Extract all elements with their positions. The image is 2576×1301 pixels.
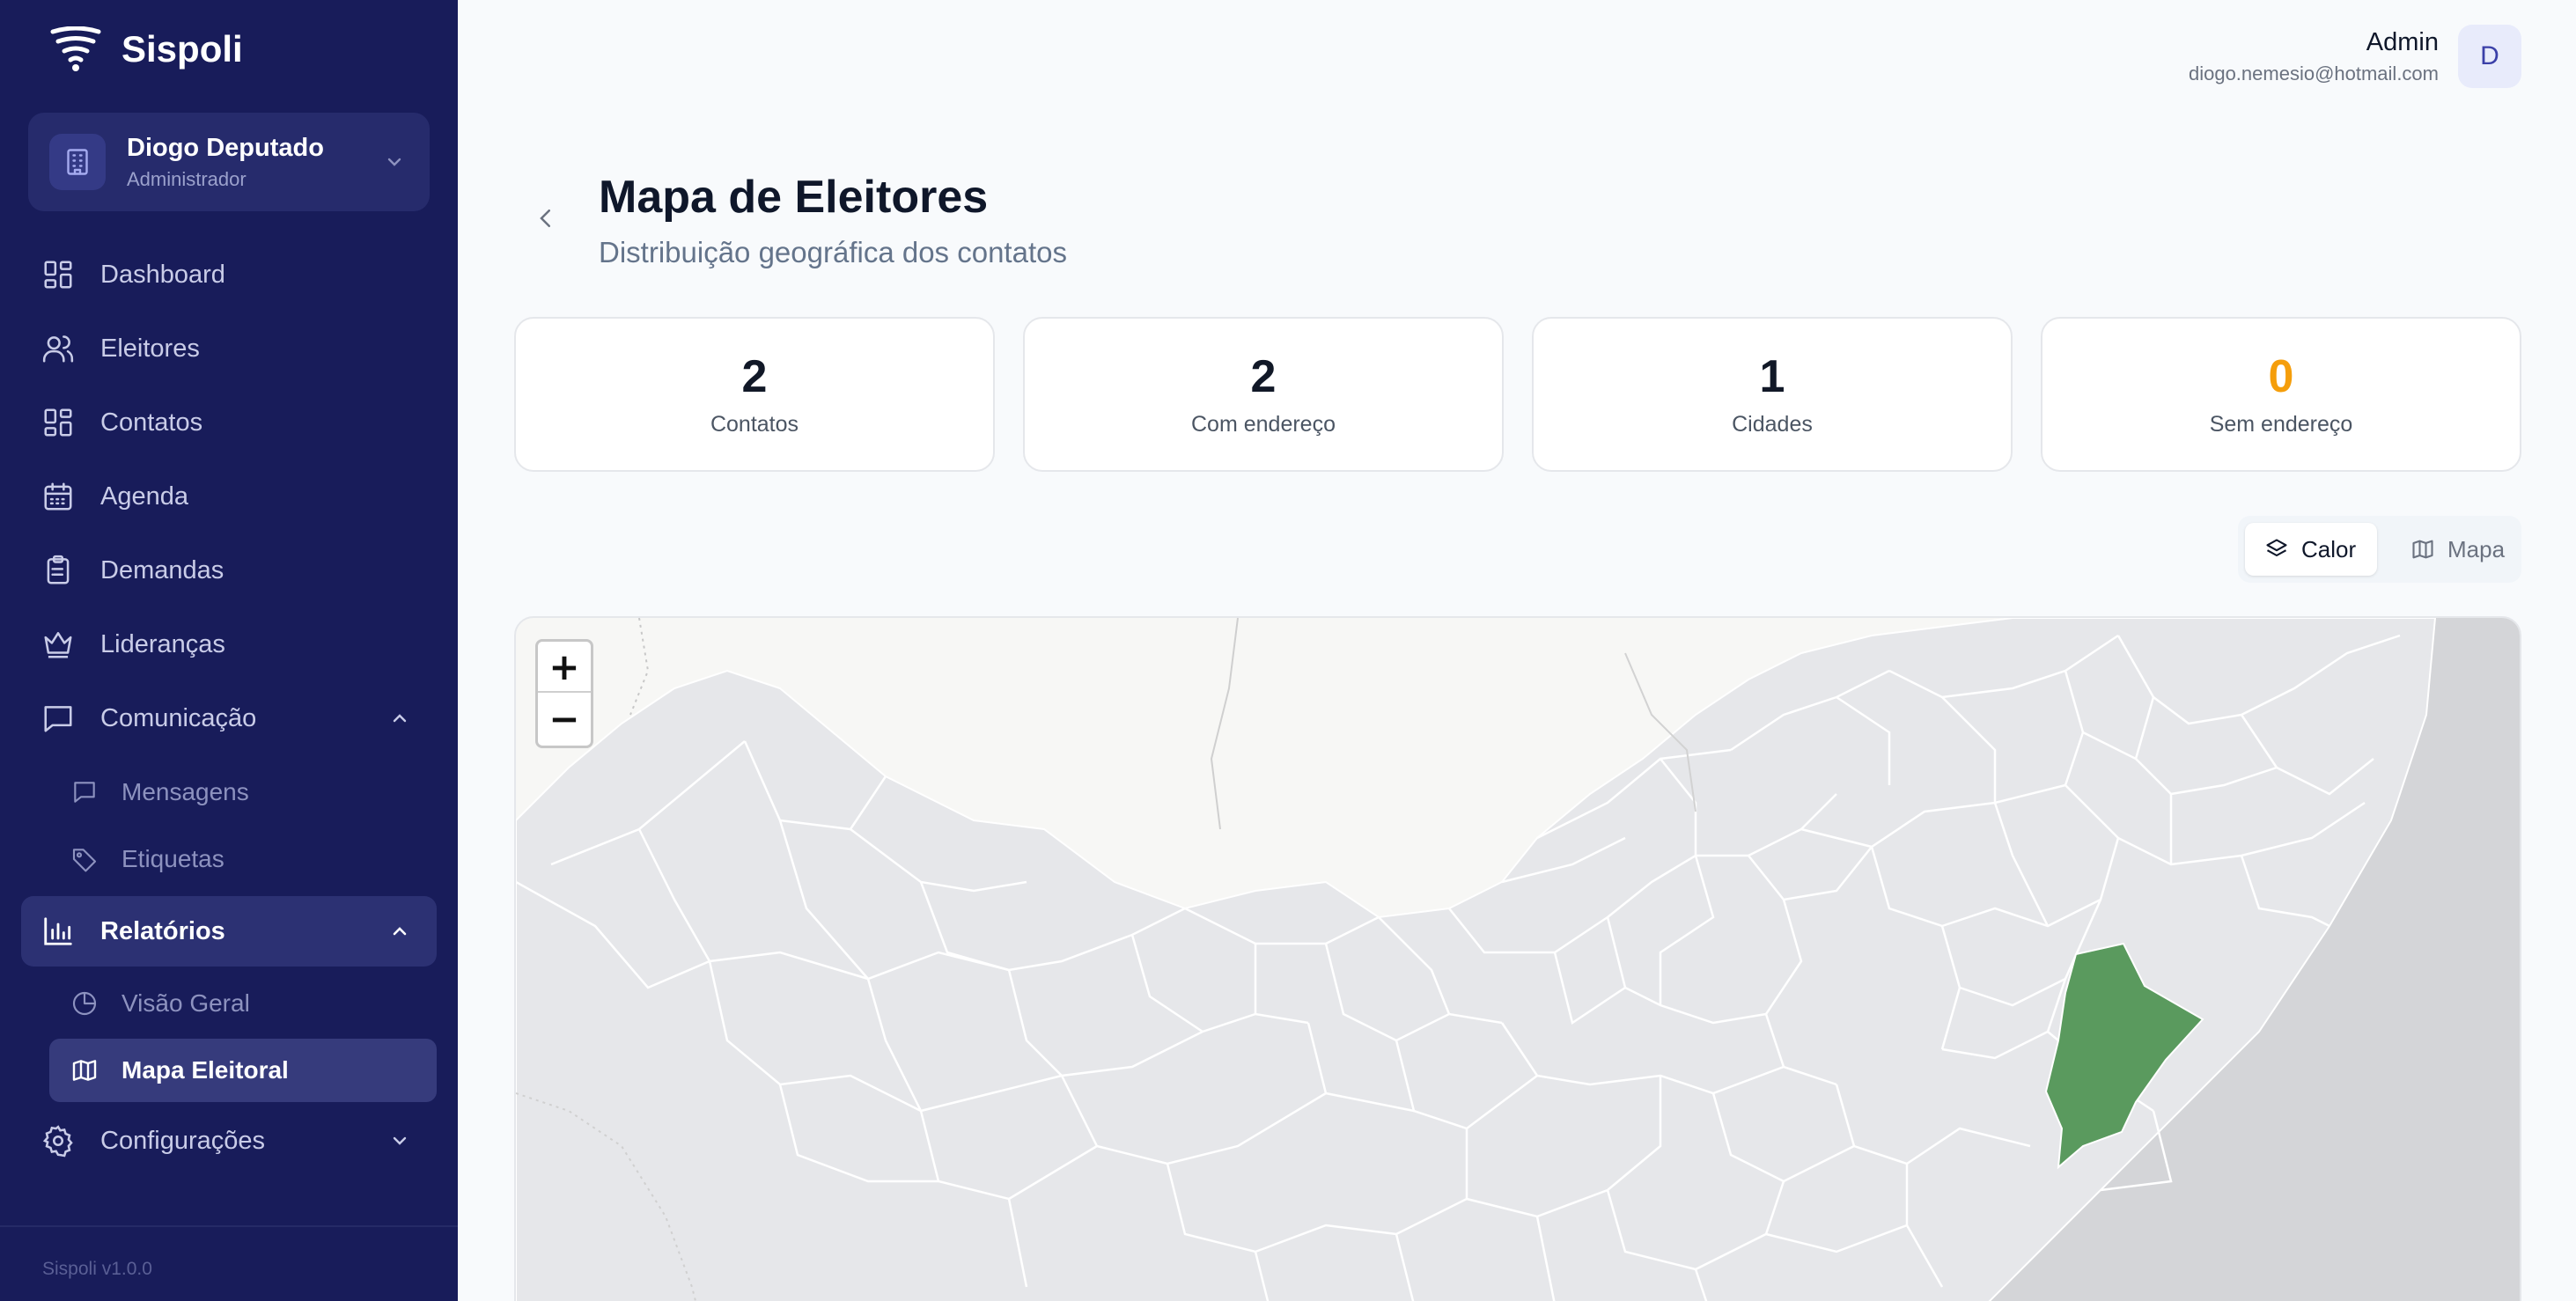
state-border bbox=[629, 618, 650, 716]
user-menu[interactable]: Admin diogo.nemesio@hotmail.com bbox=[2189, 28, 2439, 85]
sidebar-subitem-mapa-eleitoral[interactable]: Mapa Eleitoral bbox=[49, 1039, 437, 1102]
chevron-left-icon bbox=[540, 209, 550, 227]
building-icon bbox=[49, 134, 106, 190]
sidebar-item-label: Agenda bbox=[100, 481, 188, 511]
sidebar-item-label: Contatos bbox=[100, 408, 203, 437]
sidebar-item-label: Lideranças bbox=[100, 629, 225, 658]
org-name: Diogo Deputado bbox=[127, 133, 324, 162]
sidebar-item-liderancas[interactable]: Lideranças bbox=[21, 611, 437, 678]
stat-value: 2 bbox=[1250, 351, 1277, 402]
app-version: Sispoli v1.0.0 bbox=[42, 1259, 152, 1279]
sidebar-item-dashboard[interactable]: Dashboard bbox=[21, 241, 437, 308]
sidebar-item-label: Comunicação bbox=[100, 703, 257, 732]
gear-icon bbox=[40, 1123, 76, 1158]
view-toggle-mapa[interactable]: Mapa bbox=[2402, 523, 2514, 576]
stat-card-sem-endereco: 0 Sem endereço bbox=[2041, 317, 2521, 472]
app-name: Sispoli bbox=[121, 28, 243, 70]
logo-icon bbox=[50, 26, 101, 71]
stat-label: Sem endereço bbox=[2209, 412, 2353, 437]
sidebar-item-relatorios[interactable]: Relatórios bbox=[21, 896, 437, 967]
electoral-map[interactable]: + − bbox=[514, 616, 2521, 1301]
stat-value: 2 bbox=[741, 351, 768, 402]
sidebar-item-label: Relatórios bbox=[100, 916, 225, 945]
stat-label: Com endereço bbox=[1191, 412, 1336, 437]
chevron-down-icon bbox=[387, 158, 401, 166]
stat-label: Contatos bbox=[710, 412, 799, 437]
stat-label: Cidades bbox=[1732, 412, 1813, 437]
user-email: diogo.nemesio@hotmail.com bbox=[2188, 62, 2439, 85]
org-role: Administrador bbox=[127, 167, 247, 190]
users-icon bbox=[40, 331, 76, 366]
clipboard-icon bbox=[40, 553, 76, 588]
page-title: Mapa de Eleitores bbox=[599, 172, 989, 223]
sidebar-item-eleitores[interactable]: Eleitores bbox=[21, 315, 437, 382]
sidebar-item-label: Dashboard bbox=[100, 260, 225, 289]
view-toggle: Calor Mapa bbox=[2238, 516, 2521, 583]
crown-icon bbox=[40, 627, 76, 662]
grid-icon bbox=[40, 405, 76, 440]
river bbox=[1210, 618, 1239, 830]
sidebar-item-label: Eleitores bbox=[100, 334, 200, 363]
zoom-control: + − bbox=[535, 639, 593, 748]
sidebar-subitem-label: Etiquetas bbox=[121, 845, 224, 872]
avatar[interactable]: D bbox=[2458, 25, 2521, 88]
chevron-down-icon bbox=[393, 1136, 407, 1145]
zoom-out-button[interactable]: − bbox=[538, 693, 591, 744]
view-toggle-label: Calor bbox=[2301, 535, 2357, 562]
map-icon bbox=[2412, 540, 2433, 559]
app-logo[interactable]: Sispoli bbox=[49, 26, 243, 72]
sidebar-item-demandas[interactable]: Demandas bbox=[21, 537, 437, 604]
sidebar-item-contatos[interactable]: Contatos bbox=[21, 389, 437, 456]
stat-card-contatos: 2 Contatos bbox=[514, 317, 995, 472]
dashboard-icon bbox=[40, 257, 76, 292]
pie-chart-icon bbox=[69, 988, 100, 1019]
chevron-up-icon bbox=[393, 714, 407, 723]
view-toggle-label: Mapa bbox=[2447, 535, 2506, 562]
org-switcher[interactable]: Diogo Deputado Administrador bbox=[28, 113, 430, 211]
calendar-icon bbox=[40, 479, 76, 514]
message-square-icon bbox=[40, 701, 76, 736]
sidebar-subitem-label: Visão Geral bbox=[121, 989, 250, 1017]
message-icon bbox=[69, 776, 100, 808]
sidebar-item-label: Demandas bbox=[100, 555, 224, 584]
zoom-in-button[interactable]: + bbox=[538, 642, 591, 693]
sidebar-subitem-visao-geral[interactable]: Visão Geral bbox=[49, 972, 437, 1035]
sidebar-subitem-label: Mensagens bbox=[121, 778, 249, 805]
back-button[interactable] bbox=[528, 201, 563, 236]
sidebar-item-agenda[interactable]: Agenda bbox=[21, 463, 437, 530]
sidebar-subitem-etiquetas[interactable]: Etiquetas bbox=[49, 827, 437, 891]
stat-value: 0 bbox=[2268, 351, 2294, 402]
stat-card-cidades: 1 Cidades bbox=[1532, 317, 2013, 472]
chevron-up-icon bbox=[393, 927, 407, 936]
view-toggle-calor[interactable]: Calor bbox=[2245, 523, 2377, 576]
stat-card-com-endereco: 2 Com endereço bbox=[1023, 317, 1504, 472]
sidebar-divider bbox=[0, 1225, 458, 1227]
map-icon bbox=[69, 1055, 100, 1086]
sidebar-item-configuracoes[interactable]: Configurações bbox=[21, 1107, 437, 1174]
stat-value: 1 bbox=[1759, 351, 1785, 402]
sidebar-subitem-label: Mapa Eleitoral bbox=[121, 1056, 289, 1084]
map-canvas[interactable] bbox=[516, 618, 2521, 1301]
sidebar-item-label: Configurações bbox=[100, 1126, 265, 1155]
user-name: Admin bbox=[2366, 28, 2439, 56]
tag-icon bbox=[69, 843, 100, 875]
sidebar-subitem-mensagens[interactable]: Mensagens bbox=[49, 761, 437, 824]
sidebar: Sispoli Diogo Deputado Administrador Das… bbox=[0, 0, 458, 1301]
page-subtitle: Distribuição geográfica dos contatos bbox=[599, 236, 1067, 268]
layers-icon bbox=[2266, 539, 2287, 557]
sidebar-item-comunicacao[interactable]: Comunicação bbox=[21, 685, 437, 752]
bar-chart-icon bbox=[40, 914, 76, 949]
